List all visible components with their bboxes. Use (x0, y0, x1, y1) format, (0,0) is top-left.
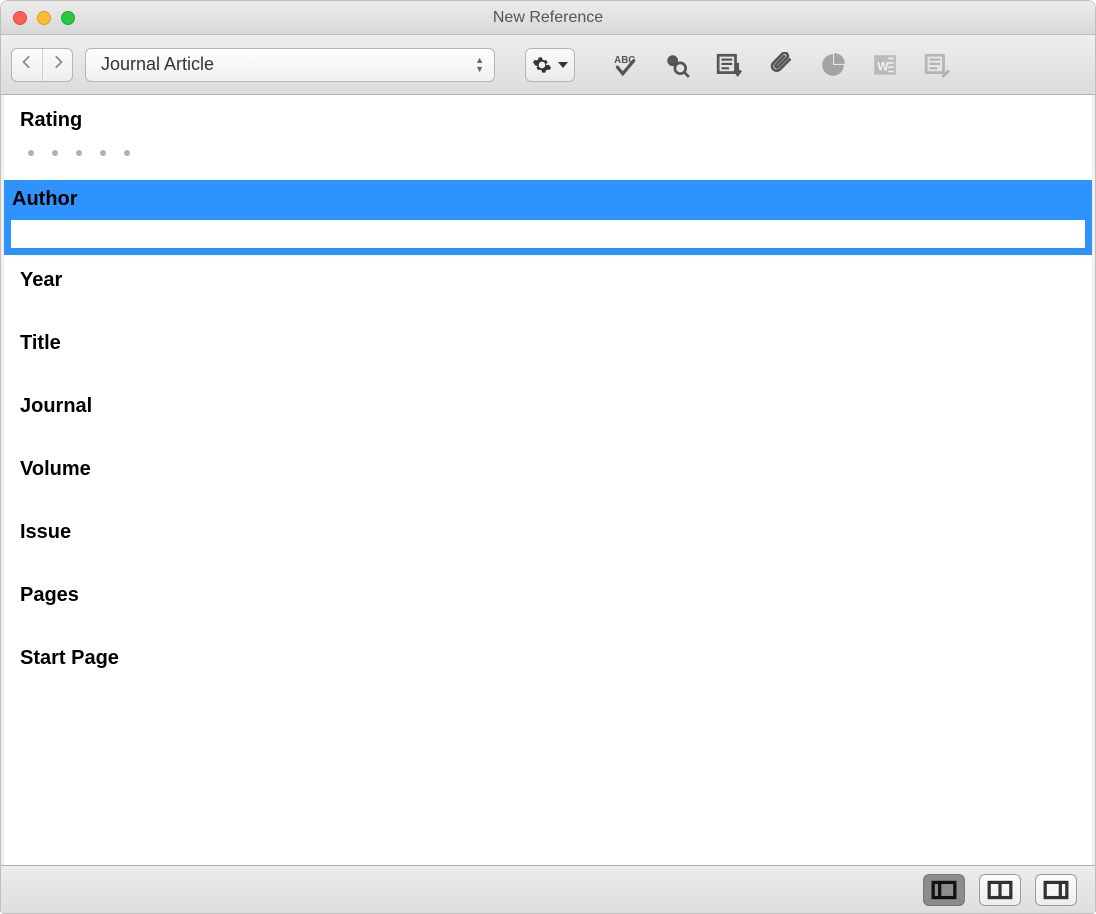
nav-back-button[interactable] (12, 49, 42, 81)
word-plugin-button[interactable]: W (865, 48, 905, 82)
list-download-icon (716, 52, 742, 78)
field-label-title: Title (16, 326, 1092, 361)
layout-right-icon (1043, 880, 1069, 900)
spellcheck-button[interactable]: ABC (605, 48, 645, 82)
field-rating[interactable]: Rating (4, 95, 1092, 180)
find-reference-button[interactable] (657, 48, 697, 82)
settings-menu-button[interactable] (525, 48, 575, 82)
field-label-journal: Journal (16, 389, 1092, 424)
rating-control[interactable] (16, 138, 1092, 160)
rating-dot[interactable] (76, 150, 82, 156)
bottom-bar (1, 865, 1095, 913)
chevron-left-icon (20, 55, 34, 69)
fields-pane[interactable]: Rating Author Year Title Journal Volume … (1, 95, 1095, 865)
word-icon: W (872, 52, 898, 78)
reference-type-select[interactable]: Journal Article ▲▼ (85, 48, 495, 82)
field-label-author: Author (4, 180, 1092, 219)
field-issue[interactable]: Issue (4, 507, 1092, 570)
rating-dot[interactable] (52, 150, 58, 156)
author-input[interactable] (10, 219, 1086, 249)
field-journal[interactable]: Journal (4, 381, 1092, 444)
gear-icon (532, 55, 552, 75)
field-label-pages: Pages (16, 578, 1092, 613)
field-volume[interactable]: Volume (4, 444, 1092, 507)
rating-dot[interactable] (28, 150, 34, 156)
field-label-rating: Rating (16, 103, 1092, 138)
export-reference-button[interactable] (709, 48, 749, 82)
svg-text:W: W (877, 59, 889, 73)
field-label-year: Year (16, 263, 1092, 298)
paperclip-icon (768, 52, 794, 78)
toolbar: Journal Article ▲▼ ABC (1, 35, 1095, 95)
nav-segment (11, 48, 73, 82)
nav-forward-button[interactable] (42, 49, 72, 81)
select-stepper-icon: ▲▼ (475, 56, 484, 74)
field-year[interactable]: Year (4, 255, 1092, 318)
field-label-start-page: Start Page (16, 641, 1092, 676)
layout-right-button[interactable] (1035, 874, 1077, 906)
list-edit-icon (924, 52, 950, 78)
pie-chart-icon (820, 52, 846, 78)
layout-split-button[interactable] (979, 874, 1021, 906)
spellcheck-icon: ABC (612, 52, 638, 78)
chevron-down-icon (558, 60, 568, 70)
reference-type-value: Journal Article (101, 54, 214, 75)
field-pages[interactable]: Pages (4, 570, 1092, 633)
rating-dot[interactable] (100, 150, 106, 156)
chart-button[interactable] (813, 48, 853, 82)
rating-dot[interactable] (124, 150, 130, 156)
field-label-issue: Issue (16, 515, 1092, 550)
edit-list-button[interactable] (917, 48, 957, 82)
field-title[interactable]: Title (4, 318, 1092, 381)
field-author[interactable]: Author (4, 180, 1092, 255)
field-label-volume: Volume (16, 452, 1092, 487)
chevron-right-icon (51, 55, 65, 69)
layout-single-button[interactable] (923, 874, 965, 906)
window-titlebar: New Reference (1, 1, 1095, 35)
field-start-page[interactable]: Start Page (4, 633, 1092, 696)
attach-file-button[interactable] (761, 48, 801, 82)
layout-single-icon (931, 880, 957, 900)
layout-split-icon (987, 880, 1013, 900)
window-title: New Reference (1, 9, 1095, 27)
magnifier-link-icon (664, 52, 690, 78)
